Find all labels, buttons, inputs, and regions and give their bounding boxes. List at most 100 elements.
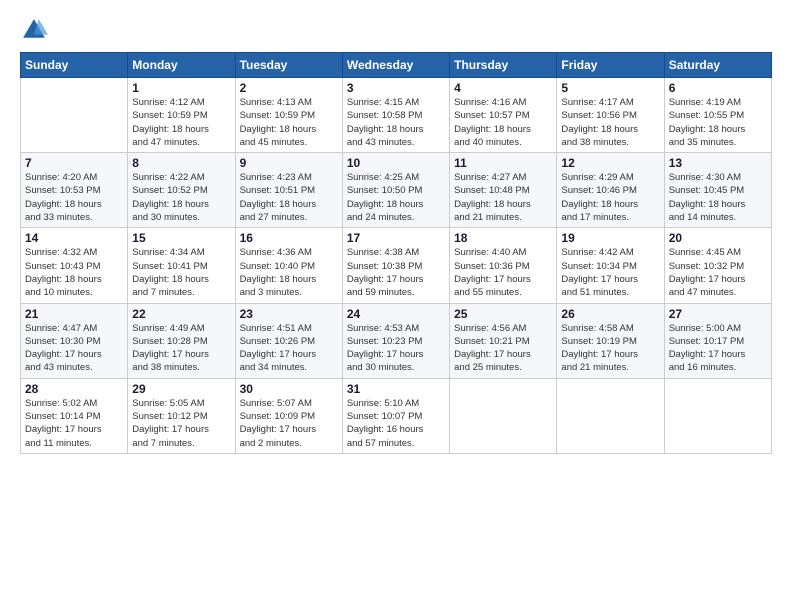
day-info: Sunrise: 4:16 AM Sunset: 10:57 PM Daylig…	[454, 96, 552, 149]
calendar-cell: 23Sunrise: 4:51 AM Sunset: 10:26 PM Dayl…	[235, 303, 342, 378]
calendar-cell: 5Sunrise: 4:17 AM Sunset: 10:56 PM Dayli…	[557, 78, 664, 153]
day-info: Sunrise: 4:40 AM Sunset: 10:36 PM Daylig…	[454, 246, 552, 299]
day-info: Sunrise: 4:19 AM Sunset: 10:55 PM Daylig…	[669, 96, 767, 149]
day-number: 4	[454, 81, 552, 95]
calendar-cell: 20Sunrise: 4:45 AM Sunset: 10:32 PM Dayl…	[664, 228, 771, 303]
day-info: Sunrise: 4:38 AM Sunset: 10:38 PM Daylig…	[347, 246, 445, 299]
calendar-cell: 28Sunrise: 5:02 AM Sunset: 10:14 PM Dayl…	[21, 378, 128, 453]
day-number: 12	[561, 156, 659, 170]
day-number: 21	[25, 307, 123, 321]
calendar-header-thursday: Thursday	[450, 53, 557, 78]
day-number: 7	[25, 156, 123, 170]
day-number: 6	[669, 81, 767, 95]
calendar-week-row: 14Sunrise: 4:32 AM Sunset: 10:43 PM Dayl…	[21, 228, 772, 303]
calendar-cell: 22Sunrise: 4:49 AM Sunset: 10:28 PM Dayl…	[128, 303, 235, 378]
day-number: 10	[347, 156, 445, 170]
day-info: Sunrise: 4:36 AM Sunset: 10:40 PM Daylig…	[240, 246, 338, 299]
day-info: Sunrise: 5:10 AM Sunset: 10:07 PM Daylig…	[347, 397, 445, 450]
calendar-header-tuesday: Tuesday	[235, 53, 342, 78]
calendar-cell: 24Sunrise: 4:53 AM Sunset: 10:23 PM Dayl…	[342, 303, 449, 378]
day-number: 18	[454, 231, 552, 245]
calendar-week-row: 28Sunrise: 5:02 AM Sunset: 10:14 PM Dayl…	[21, 378, 772, 453]
day-info: Sunrise: 4:34 AM Sunset: 10:41 PM Daylig…	[132, 246, 230, 299]
day-info: Sunrise: 5:07 AM Sunset: 10:09 PM Daylig…	[240, 397, 338, 450]
calendar-cell: 31Sunrise: 5:10 AM Sunset: 10:07 PM Dayl…	[342, 378, 449, 453]
day-number: 26	[561, 307, 659, 321]
day-number: 23	[240, 307, 338, 321]
day-number: 8	[132, 156, 230, 170]
day-info: Sunrise: 5:05 AM Sunset: 10:12 PM Daylig…	[132, 397, 230, 450]
day-info: Sunrise: 4:23 AM Sunset: 10:51 PM Daylig…	[240, 171, 338, 224]
calendar-header-sunday: Sunday	[21, 53, 128, 78]
day-number: 19	[561, 231, 659, 245]
calendar-cell: 13Sunrise: 4:30 AM Sunset: 10:45 PM Dayl…	[664, 153, 771, 228]
calendar-cell: 16Sunrise: 4:36 AM Sunset: 10:40 PM Dayl…	[235, 228, 342, 303]
calendar-cell: 29Sunrise: 5:05 AM Sunset: 10:12 PM Dayl…	[128, 378, 235, 453]
calendar-week-row: 7Sunrise: 4:20 AM Sunset: 10:53 PM Dayli…	[21, 153, 772, 228]
day-info: Sunrise: 4:17 AM Sunset: 10:56 PM Daylig…	[561, 96, 659, 149]
calendar-cell	[664, 378, 771, 453]
day-number: 30	[240, 382, 338, 396]
calendar-cell: 4Sunrise: 4:16 AM Sunset: 10:57 PM Dayli…	[450, 78, 557, 153]
calendar-cell	[557, 378, 664, 453]
page: SundayMondayTuesdayWednesdayThursdayFrid…	[0, 0, 792, 612]
day-info: Sunrise: 4:47 AM Sunset: 10:30 PM Daylig…	[25, 322, 123, 375]
calendar-cell: 1Sunrise: 4:12 AM Sunset: 10:59 PM Dayli…	[128, 78, 235, 153]
calendar-cell	[21, 78, 128, 153]
day-number: 22	[132, 307, 230, 321]
day-number: 24	[347, 307, 445, 321]
day-number: 1	[132, 81, 230, 95]
day-number: 11	[454, 156, 552, 170]
day-number: 29	[132, 382, 230, 396]
day-info: Sunrise: 4:27 AM Sunset: 10:48 PM Daylig…	[454, 171, 552, 224]
calendar-cell: 18Sunrise: 4:40 AM Sunset: 10:36 PM Dayl…	[450, 228, 557, 303]
calendar-header-friday: Friday	[557, 53, 664, 78]
day-info: Sunrise: 4:20 AM Sunset: 10:53 PM Daylig…	[25, 171, 123, 224]
header	[20, 16, 772, 44]
day-info: Sunrise: 4:56 AM Sunset: 10:21 PM Daylig…	[454, 322, 552, 375]
calendar-table: SundayMondayTuesdayWednesdayThursdayFrid…	[20, 52, 772, 454]
logo-icon	[20, 16, 48, 44]
day-number: 25	[454, 307, 552, 321]
day-info: Sunrise: 5:02 AM Sunset: 10:14 PM Daylig…	[25, 397, 123, 450]
calendar-header-monday: Monday	[128, 53, 235, 78]
day-number: 15	[132, 231, 230, 245]
day-number: 16	[240, 231, 338, 245]
calendar-cell: 30Sunrise: 5:07 AM Sunset: 10:09 PM Dayl…	[235, 378, 342, 453]
calendar-cell: 14Sunrise: 4:32 AM Sunset: 10:43 PM Dayl…	[21, 228, 128, 303]
day-info: Sunrise: 4:22 AM Sunset: 10:52 PM Daylig…	[132, 171, 230, 224]
logo	[20, 16, 52, 44]
calendar-cell: 3Sunrise: 4:15 AM Sunset: 10:58 PM Dayli…	[342, 78, 449, 153]
calendar-cell: 9Sunrise: 4:23 AM Sunset: 10:51 PM Dayli…	[235, 153, 342, 228]
day-number: 14	[25, 231, 123, 245]
day-number: 9	[240, 156, 338, 170]
calendar-cell: 6Sunrise: 4:19 AM Sunset: 10:55 PM Dayli…	[664, 78, 771, 153]
day-number: 28	[25, 382, 123, 396]
day-info: Sunrise: 4:15 AM Sunset: 10:58 PM Daylig…	[347, 96, 445, 149]
day-info: Sunrise: 4:49 AM Sunset: 10:28 PM Daylig…	[132, 322, 230, 375]
day-info: Sunrise: 4:51 AM Sunset: 10:26 PM Daylig…	[240, 322, 338, 375]
day-info: Sunrise: 4:25 AM Sunset: 10:50 PM Daylig…	[347, 171, 445, 224]
calendar-cell: 15Sunrise: 4:34 AM Sunset: 10:41 PM Dayl…	[128, 228, 235, 303]
day-number: 5	[561, 81, 659, 95]
day-info: Sunrise: 4:12 AM Sunset: 10:59 PM Daylig…	[132, 96, 230, 149]
day-number: 13	[669, 156, 767, 170]
day-info: Sunrise: 5:00 AM Sunset: 10:17 PM Daylig…	[669, 322, 767, 375]
calendar-cell	[450, 378, 557, 453]
calendar-cell: 25Sunrise: 4:56 AM Sunset: 10:21 PM Dayl…	[450, 303, 557, 378]
calendar-header-row: SundayMondayTuesdayWednesdayThursdayFrid…	[21, 53, 772, 78]
day-info: Sunrise: 4:53 AM Sunset: 10:23 PM Daylig…	[347, 322, 445, 375]
day-number: 3	[347, 81, 445, 95]
calendar-cell: 19Sunrise: 4:42 AM Sunset: 10:34 PM Dayl…	[557, 228, 664, 303]
day-number: 2	[240, 81, 338, 95]
day-info: Sunrise: 4:29 AM Sunset: 10:46 PM Daylig…	[561, 171, 659, 224]
calendar-cell: 7Sunrise: 4:20 AM Sunset: 10:53 PM Dayli…	[21, 153, 128, 228]
calendar-cell: 11Sunrise: 4:27 AM Sunset: 10:48 PM Dayl…	[450, 153, 557, 228]
day-number: 27	[669, 307, 767, 321]
day-info: Sunrise: 4:13 AM Sunset: 10:59 PM Daylig…	[240, 96, 338, 149]
day-number: 20	[669, 231, 767, 245]
calendar-cell: 8Sunrise: 4:22 AM Sunset: 10:52 PM Dayli…	[128, 153, 235, 228]
day-info: Sunrise: 4:30 AM Sunset: 10:45 PM Daylig…	[669, 171, 767, 224]
calendar-cell: 2Sunrise: 4:13 AM Sunset: 10:59 PM Dayli…	[235, 78, 342, 153]
calendar-cell: 26Sunrise: 4:58 AM Sunset: 10:19 PM Dayl…	[557, 303, 664, 378]
